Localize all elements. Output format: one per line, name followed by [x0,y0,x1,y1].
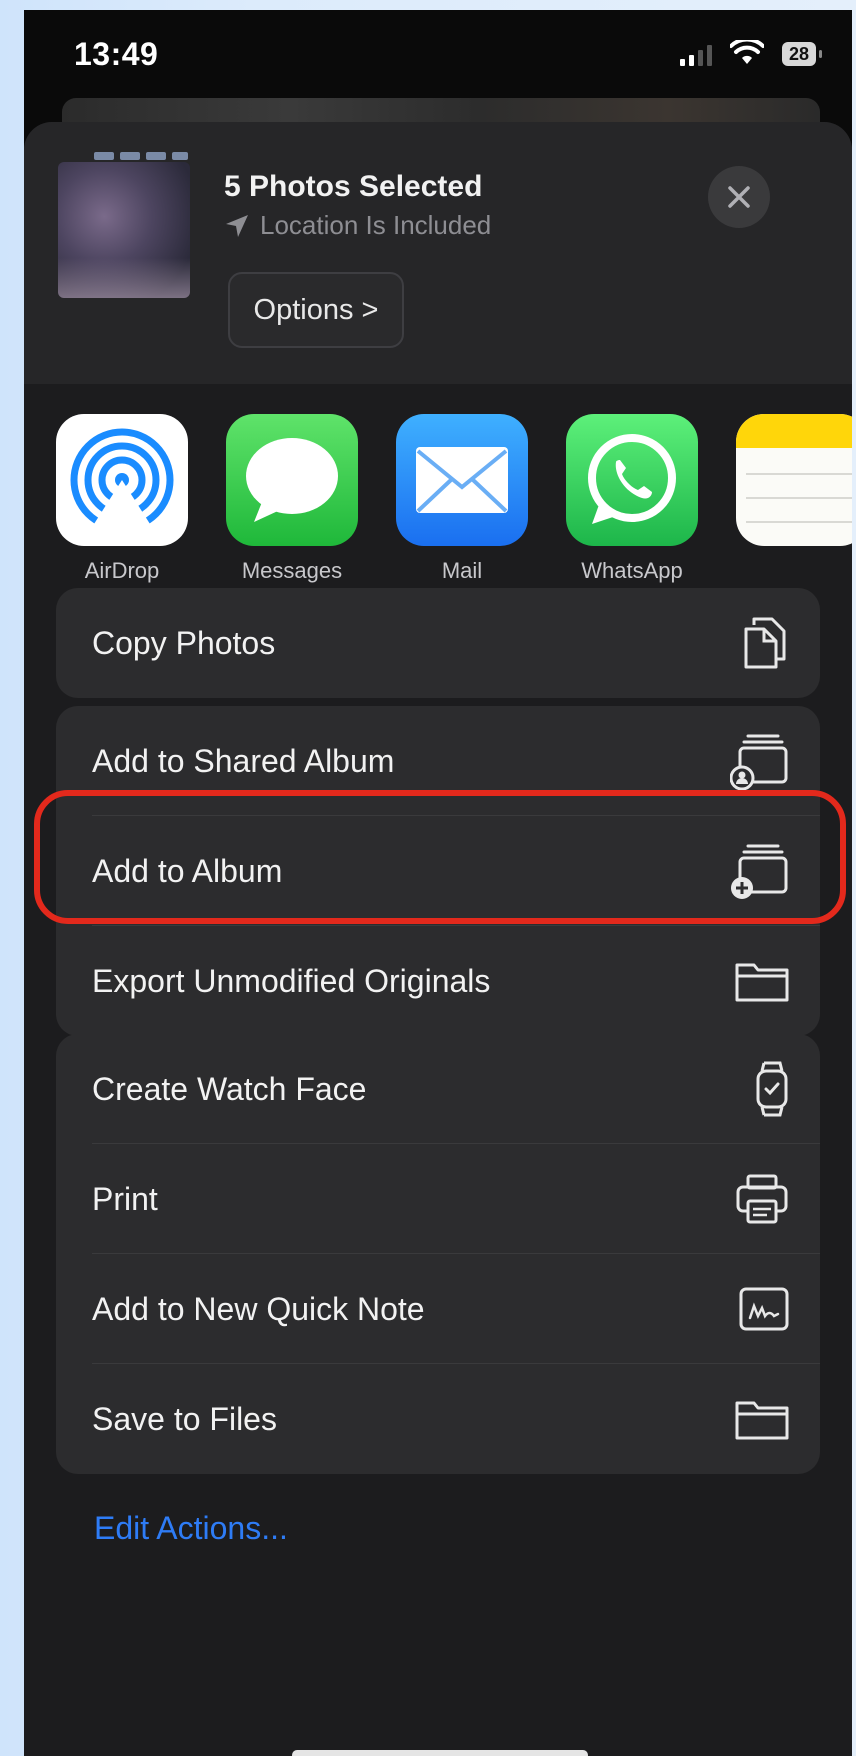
battery-indicator: 28 [782,42,816,66]
thumbnail-edge [94,152,114,160]
actions-group-more: Create Watch Face Print Add to New Quick… [56,1034,820,1474]
close-icon [728,186,750,208]
cellular-signal-icon [680,45,712,66]
add-to-new-quick-note-row[interactable]: Add to New Quick Note [56,1254,820,1364]
action-label: Add to Shared Album [92,742,395,779]
actions-group-copy: Copy Photos [56,588,820,698]
printer-icon [734,1173,790,1225]
thumbnail-edge [172,152,188,160]
close-button[interactable] [708,166,770,228]
battery-cap [819,50,822,58]
app-label: Mail [441,558,483,583]
shared-album-icon [730,732,790,790]
app-label: WhatsApp [581,558,683,583]
phone-screen: 13:49 28 5 Photos Selected Location Is I… [24,10,852,1756]
folder-icon [734,1397,790,1441]
location-text: Location Is Included [260,210,492,240]
action-label: Copy Photos [92,624,276,661]
location-subtitle: Location Is Included [224,210,491,241]
location-arrow-icon [226,214,248,237]
app-messages[interactable]: Messages [226,414,358,584]
action-label: Add to New Quick Note [92,1290,425,1327]
edit-actions-link[interactable]: Edit Actions... [94,1510,288,1547]
watch-icon [754,1061,790,1117]
save-to-files-row[interactable]: Save to Files [56,1364,820,1474]
share-sheet-header: 5 Photos Selected Location Is Included O… [24,122,852,384]
action-label: Print [92,1180,158,1217]
action-label: Create Watch Face [92,1070,367,1107]
wifi-icon [730,40,764,64]
action-label: Save to Files [92,1400,277,1437]
selection-title: 5 Photos Selected [224,170,483,203]
highlight-annotation [34,790,846,924]
share-apps-row: AirDrop Messages Mail WhatsApp [24,414,852,604]
app-label: Messages [241,558,343,583]
print-row[interactable]: Print [56,1144,820,1254]
copy-icon [740,615,790,671]
app-whatsapp[interactable]: WhatsApp [566,414,698,584]
copy-photos-row[interactable]: Copy Photos [56,588,820,698]
options-button[interactable]: Options > [228,272,404,348]
home-indicator[interactable] [292,1750,588,1756]
whatsapp-icon [566,414,698,546]
export-unmodified-originals-row[interactable]: Export Unmodified Originals [56,926,820,1036]
status-time: 13:49 [74,36,159,72]
status-bar: 13:49 28 [24,10,852,106]
airdrop-icon [56,414,188,546]
quick-note-icon [738,1286,790,1332]
messages-icon [226,414,358,546]
app-mail[interactable]: Mail [396,414,528,584]
folder-icon [734,959,790,1003]
photo-thumbnail [58,162,190,298]
thumbnail-edge [146,152,166,160]
thumbnail-edge [120,152,140,160]
action-label: Export Unmodified Originals [92,962,491,999]
mail-icon [396,414,528,546]
app-airdrop[interactable]: AirDrop [56,414,188,584]
app-notes-partial[interactable] [736,414,852,546]
app-label: AirDrop [84,558,160,583]
notes-icon [736,414,852,546]
create-watch-face-row[interactable]: Create Watch Face [56,1034,820,1144]
